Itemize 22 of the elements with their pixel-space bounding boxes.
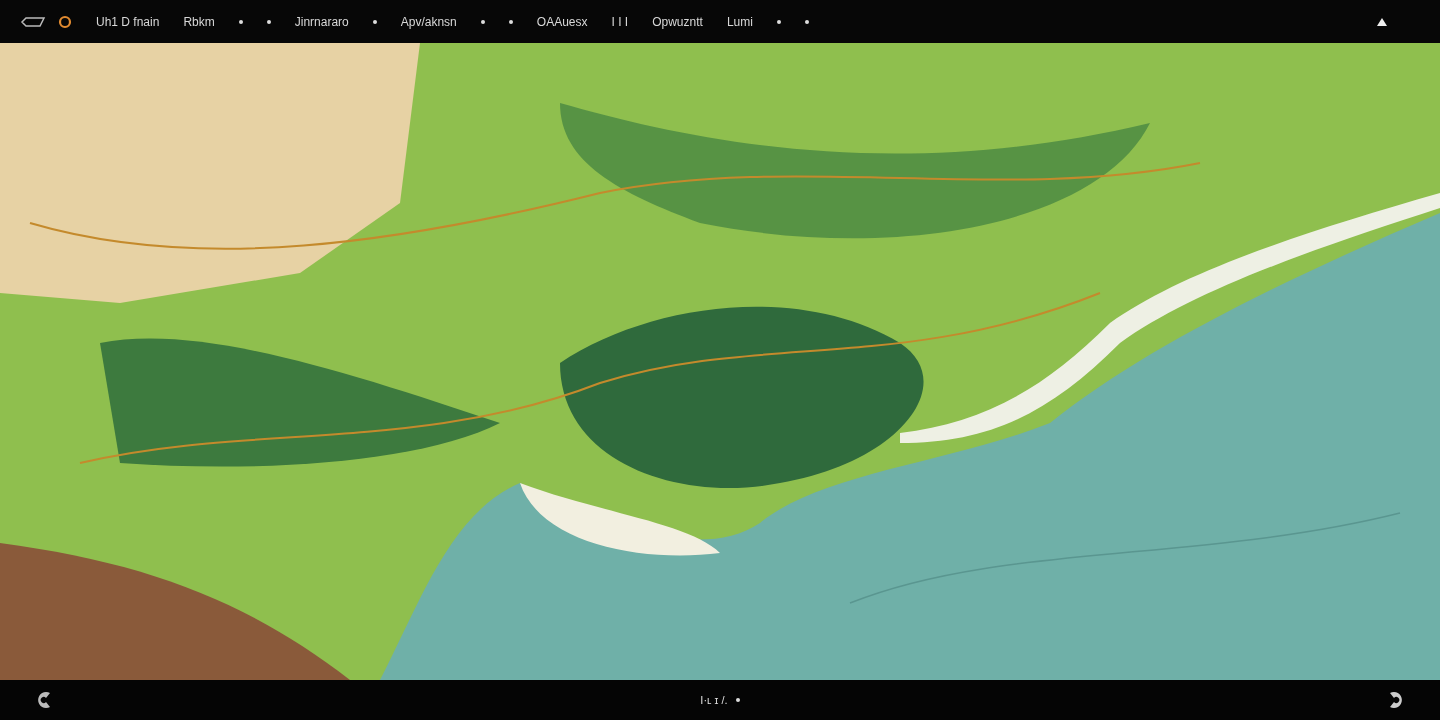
nav-link[interactable]: Lumi <box>726 12 753 31</box>
dot-icon <box>508 19 513 24</box>
nav-link[interactable]: Rbkm <box>183 12 215 31</box>
dot-icon <box>238 19 243 24</box>
nav-link[interactable]: I I I <box>611 12 629 31</box>
nav-link[interactable]: Jinrnararo <box>294 12 349 31</box>
nav-link[interactable]: Uh1 D fnain <box>96 12 160 31</box>
dot-icon <box>776 19 781 24</box>
dot-icon <box>480 19 485 24</box>
dot-icon <box>266 19 271 24</box>
circle-icon[interactable] <box>58 14 72 29</box>
nav-link[interactable]: OAAuesx <box>536 12 588 31</box>
triangle-icon[interactable] <box>1376 16 1388 27</box>
page-indicator: I·ʟ ɪ /. <box>700 692 728 708</box>
dot-icon <box>372 19 377 24</box>
nav-link[interactable]: Apv/aknsn <box>400 12 457 31</box>
dot-icon <box>804 19 809 24</box>
dot-icon <box>735 698 740 702</box>
back-icon[interactable] <box>36 691 52 709</box>
nav-link[interactable]: Opwuzntt <box>652 12 703 31</box>
forward-icon[interactable] <box>1388 691 1404 709</box>
logo-icon[interactable] <box>20 16 46 27</box>
